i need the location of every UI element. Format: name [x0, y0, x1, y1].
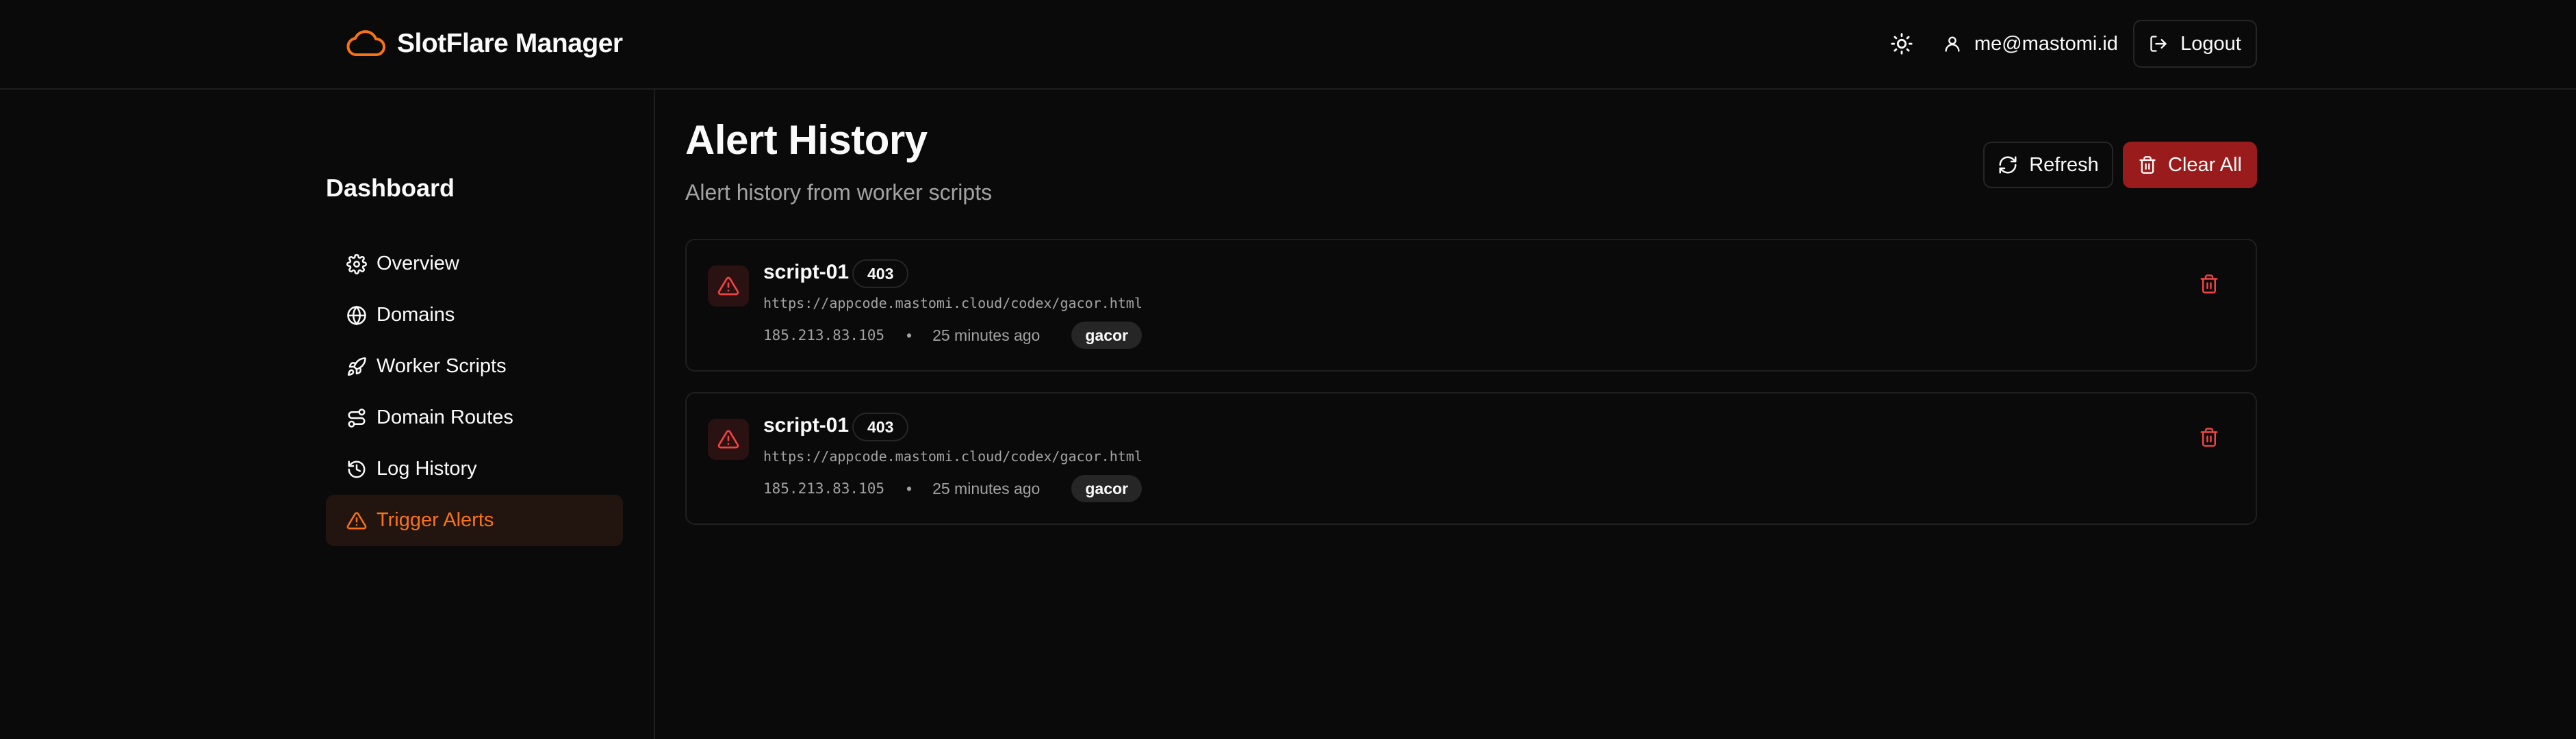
alert-ip: 185.213.83.105	[763, 327, 885, 343]
alert-meta: 185.213.83.105 • 25 minutes ago gacor	[763, 474, 1142, 503]
alert-triangle-icon	[717, 276, 739, 296]
trash-icon	[2200, 274, 2218, 294]
sidebar-item-label: Domains	[377, 304, 455, 326]
sidebar-divider	[654, 90, 655, 739]
delete-alert-button[interactable]	[2194, 422, 2224, 452]
rocket-icon	[347, 356, 366, 376]
page-subtitle: Alert history from worker scripts	[685, 180, 993, 205]
sidebar-item-label: Domain Routes	[377, 406, 513, 428]
logout-button[interactable]: Logout	[2133, 20, 2257, 68]
alert-script-name: script-01	[763, 261, 850, 283]
alert-url: https://appcode.mastomi.cloud/codex/gaco…	[763, 448, 1143, 465]
sidebar-item-label: Trigger Alerts	[377, 509, 494, 531]
logout-label: Logout	[2180, 32, 2241, 55]
refresh-button[interactable]: Refresh	[1983, 142, 2113, 188]
sidebar-item-domain-routes[interactable]: Domain Routes	[326, 392, 623, 443]
clear-all-button[interactable]: Clear All	[2123, 142, 2257, 188]
user-menu[interactable]: me@mastomi.id	[1943, 27, 2118, 60]
status-code-badge: 403	[852, 259, 909, 288]
alert-triangle-icon	[717, 430, 739, 449]
alert-triangle-icon	[346, 511, 367, 529]
sidebar-item-label: Log History	[377, 458, 477, 480]
gear-icon	[346, 253, 367, 274]
trash-icon	[2200, 428, 2218, 447]
clear-all-label: Clear All	[2168, 153, 2242, 176]
alert-status-icon	[708, 265, 749, 307]
alert-tag: gacor	[1071, 475, 1142, 502]
alert-tag: gacor	[1071, 322, 1142, 349]
history-icon	[348, 461, 366, 478]
status-code-badge: 403	[852, 413, 909, 441]
sun-icon	[1891, 33, 1913, 55]
sidebar-nav: Overview Domains Worker Scripts Domain R…	[326, 238, 623, 546]
alert-card: script-01 403 https://appcode.mastomi.cl…	[685, 239, 2257, 372]
trash-icon	[2139, 156, 2156, 174]
sidebar-item-domains[interactable]: Domains	[326, 289, 623, 341]
brand[interactable]: SlotFlare Manager	[345, 26, 623, 62]
alert-time: 25 minutes ago	[932, 326, 1041, 344]
delete-alert-button[interactable]	[2194, 269, 2224, 299]
globe-icon	[347, 305, 366, 325]
sidebar-item-trigger-alerts[interactable]: Trigger Alerts	[326, 495, 623, 546]
alert-meta: 185.213.83.105 • 25 minutes ago gacor	[763, 321, 1142, 350]
sidebar-item-log-history[interactable]: Log History	[326, 443, 623, 495]
sidebar-item-overview[interactable]: Overview	[326, 238, 623, 289]
sidebar-item-label: Overview	[377, 252, 459, 274]
theme-toggle-button[interactable]	[1884, 26, 1920, 62]
top-header: SlotFlare Manager me@mastomi.id Logout	[0, 0, 2576, 90]
page-title: Alert History	[685, 117, 928, 163]
separator-dot: •	[906, 479, 913, 497]
refresh-icon	[1999, 156, 2017, 174]
sidebar-item-worker-scripts[interactable]: Worker Scripts	[326, 341, 623, 392]
brand-name: SlotFlare Manager	[397, 29, 623, 58]
alert-card: script-01 403 https://appcode.mastomi.cl…	[685, 392, 2257, 525]
logout-icon	[2150, 36, 2167, 52]
alert-url: https://appcode.mastomi.cloud/codex/gaco…	[763, 295, 1143, 311]
separator-dot: •	[906, 326, 913, 344]
cloud-icon	[346, 30, 385, 56]
user-email: me@mastomi.id	[1974, 32, 2118, 55]
sidebar-item-label: Worker Scripts	[377, 355, 507, 377]
user-icon	[1945, 36, 1960, 52]
refresh-label: Refresh	[2029, 153, 2099, 176]
alert-script-name: script-01	[763, 414, 850, 437]
alert-time: 25 minutes ago	[932, 479, 1041, 497]
route-icon	[348, 408, 366, 428]
alert-status-icon	[708, 419, 749, 460]
alert-ip: 185.213.83.105	[763, 480, 885, 497]
sidebar-title: Dashboard	[326, 174, 455, 202]
